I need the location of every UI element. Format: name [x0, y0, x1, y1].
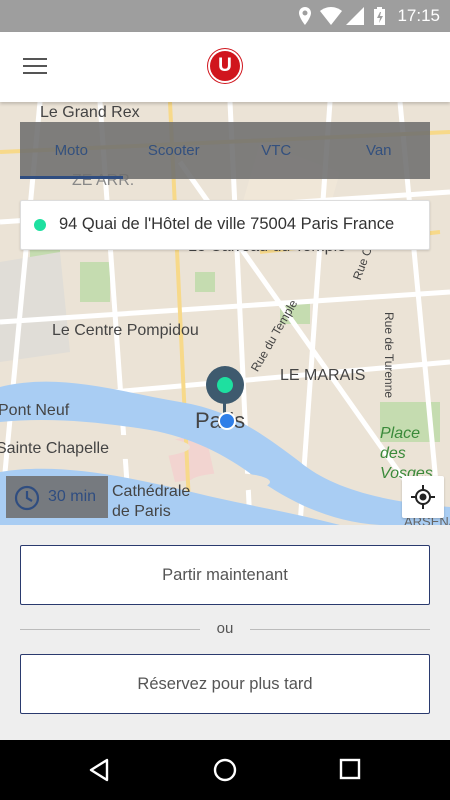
pickup-dot-icon [34, 219, 46, 231]
pickup-address-field[interactable]: 94 Quai de l'Hôtel de ville 75004 Paris … [20, 200, 430, 250]
back-icon[interactable] [88, 758, 110, 782]
map-label: Sainte Chapelle [0, 440, 109, 457]
wifi-icon [320, 7, 342, 25]
map-label: Pont Neuf [0, 402, 70, 419]
navigation-bar [0, 740, 450, 800]
tab-moto[interactable]: Moto [20, 122, 123, 179]
tab-vtc[interactable]: VTC [225, 122, 328, 179]
transport-tabs: Moto Scooter VTC Van [20, 122, 430, 179]
map-label: Place des Vosges [380, 425, 433, 482]
battery-icon [374, 7, 385, 25]
tab-van[interactable]: Van [328, 122, 431, 179]
recents-icon[interactable] [339, 758, 361, 780]
status-bar: 17:15 [0, 0, 450, 32]
current-location-dot [218, 412, 236, 430]
signal-icon [346, 7, 364, 25]
map-label: Rue de Turenne [382, 312, 396, 399]
hamburger-menu-icon[interactable] [23, 58, 47, 76]
or-label: ou [200, 620, 250, 637]
eta-badge: 30 min [6, 476, 108, 518]
my-location-button[interactable] [402, 476, 444, 518]
map-label: LE MARAIS [280, 367, 366, 384]
map-label: Le Grand Rex [40, 104, 140, 121]
tab-scooter[interactable]: Scooter [123, 122, 226, 179]
map-view[interactable]: Le Grand Rex ZE ARR. Le Carreau du Templ… [0, 102, 450, 525]
app-bar: U [0, 32, 450, 102]
book-later-button[interactable]: Réservez pour plus tard [20, 654, 430, 714]
eta-text: 30 min [48, 488, 97, 505]
map-label: Le Centre Pompidou [52, 322, 199, 339]
home-icon[interactable] [213, 758, 237, 782]
clock-icon [14, 485, 40, 511]
app-logo: U [210, 51, 240, 81]
map-label: Cathédrale de Paris [112, 483, 191, 520]
booking-actions: Partir maintenant ou Réservez pour plus … [0, 525, 450, 740]
location-icon [299, 7, 311, 25]
pickup-address-text: 94 Quai de l'Hôtel de ville 75004 Paris … [59, 215, 395, 233]
status-time: 17:15 [397, 6, 440, 25]
my-location-icon [411, 485, 435, 509]
pickup-pin-icon[interactable] [206, 366, 244, 404]
leave-now-button[interactable]: Partir maintenant [20, 545, 430, 605]
